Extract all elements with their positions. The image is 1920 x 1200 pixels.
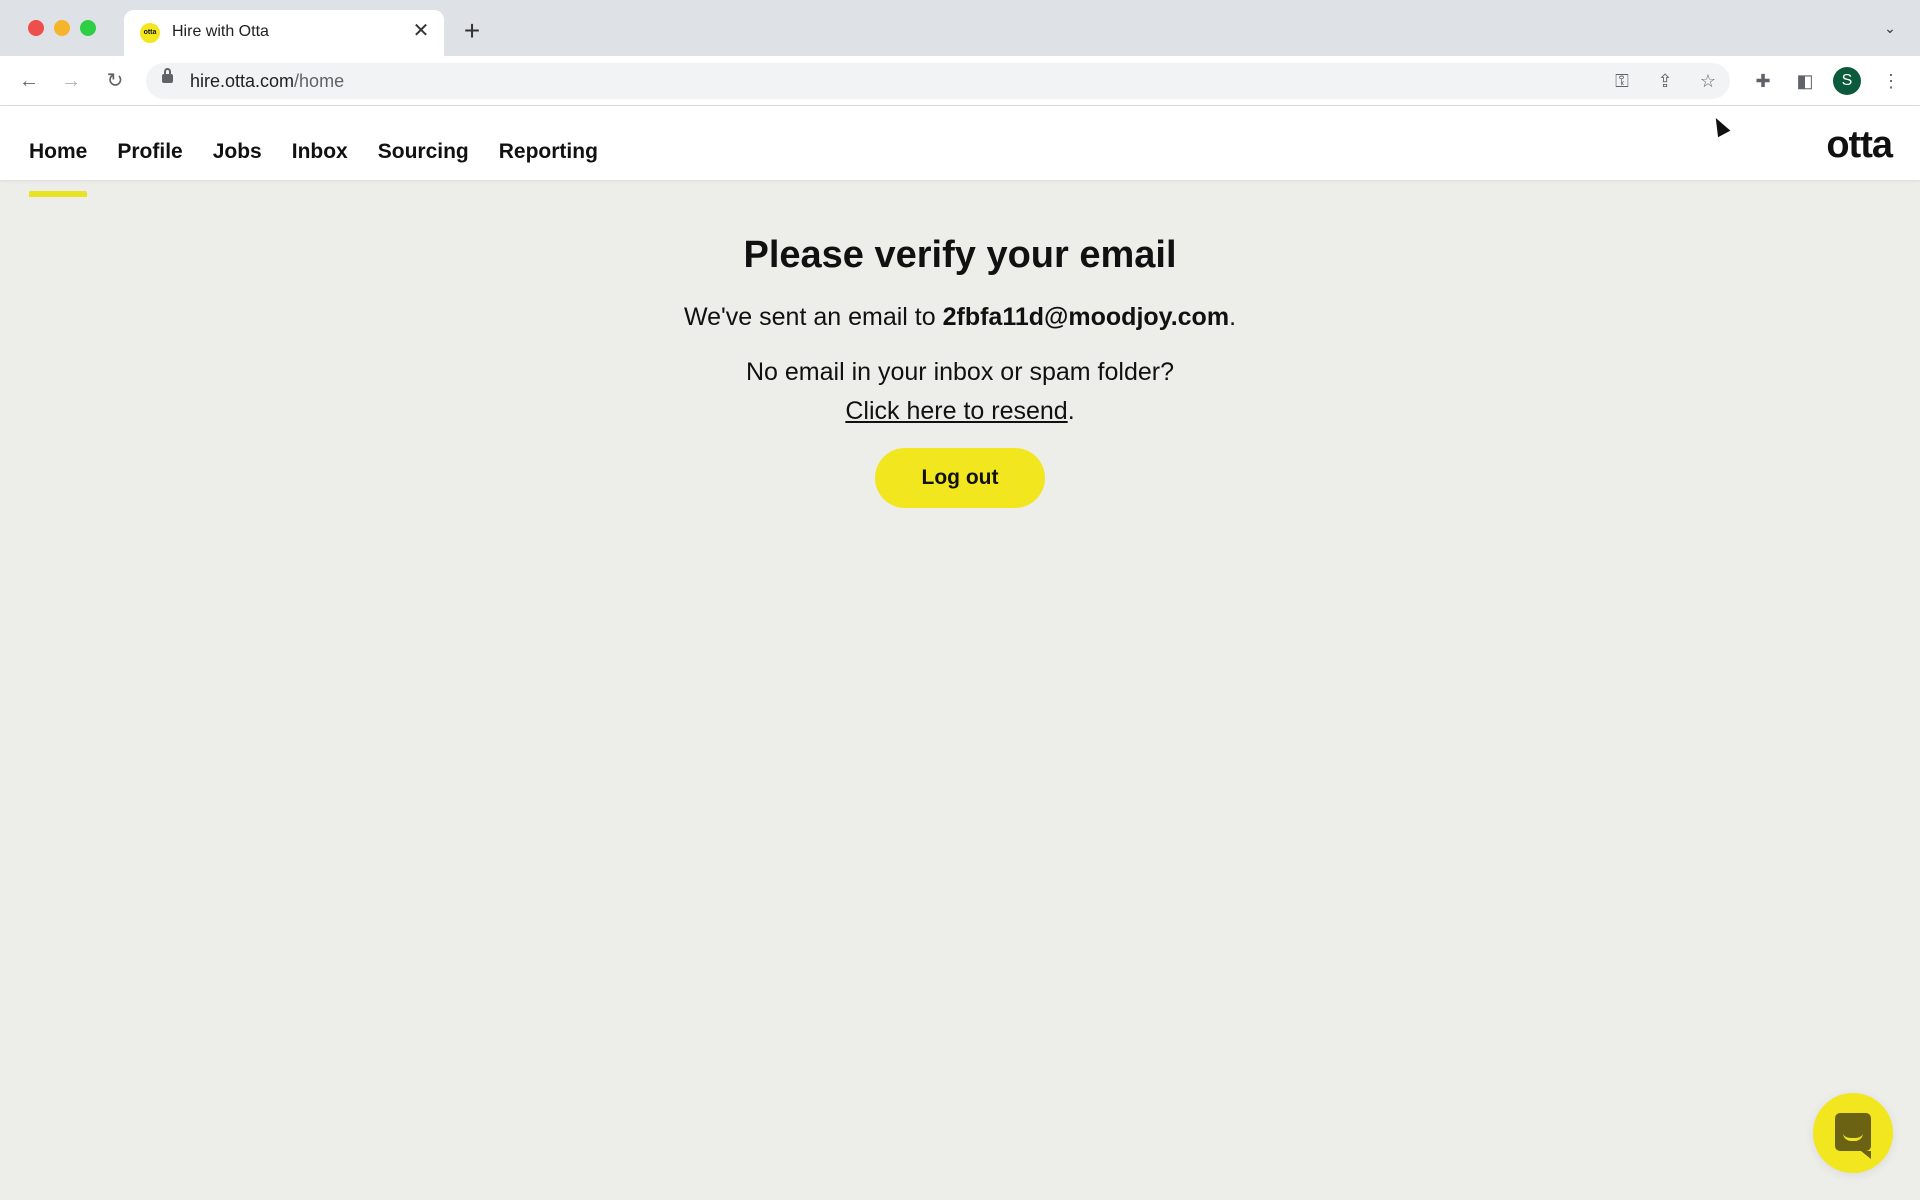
chat-launcher-button[interactable] <box>1813 1093 1893 1173</box>
tab-title: Hire with Otta <box>172 23 269 40</box>
chat-bubble-icon <box>1835 1113 1871 1159</box>
browser-tab-active[interactable]: otta Hire with Otta ✕ <box>124 10 444 56</box>
url-text[interactable]: hire.otta.com/home <box>190 71 344 92</box>
resend-suffix: . <box>1067 397 1075 425</box>
reload-button[interactable]: ↻ <box>100 66 130 96</box>
nav-jobs[interactable]: Jobs <box>213 140 262 164</box>
profile-avatar[interactable]: S <box>1833 67 1861 95</box>
nav-sourcing[interactable]: Sourcing <box>378 140 469 164</box>
logout-button[interactable]: Log out <box>875 448 1045 508</box>
no-email-message: No email in your inbox or spam folder? <box>746 358 1174 386</box>
resend-email-link[interactable]: Click here to resend <box>845 397 1067 425</box>
nav-reporting[interactable]: Reporting <box>499 140 598 164</box>
window-minimize-button[interactable] <box>54 20 70 36</box>
page-title: Please verify your email <box>743 234 1177 276</box>
back-button[interactable]: ← <box>14 66 44 96</box>
share-icon[interactable]: ⇪ <box>1653 69 1677 93</box>
browser-tab-bar: otta Hire with Otta ✕ + ⌄ <box>0 0 1920 56</box>
otta-favicon-icon: otta <box>140 23 160 43</box>
otta-logo[interactable]: otta <box>1826 124 1893 167</box>
email-sent-message: We've sent an email to 2fbfa11d@moodjoy.… <box>0 303 1920 332</box>
url-host: hire.otta.com <box>190 71 295 91</box>
nav-home[interactable]: Home <box>29 140 88 197</box>
password-key-icon[interactable]: ⚿ <box>1610 69 1634 93</box>
extensions-puzzle-icon[interactable]: ✚ <box>1748 66 1778 96</box>
lock-icon[interactable] <box>162 68 173 83</box>
nav-profile[interactable]: Profile <box>117 140 182 164</box>
resend-line: Click here to resend. <box>0 397 1920 426</box>
main-nav: Home Profile Jobs Inbox Sourcing Reporti… <box>29 140 598 197</box>
window-close-button[interactable] <box>28 20 44 36</box>
email-address: 2fbfa11d@moodjoy.com <box>942 303 1230 331</box>
tab-search-chevron-icon[interactable]: ⌄ <box>1880 20 1900 40</box>
url-path: /home <box>294 71 345 91</box>
nav-inbox[interactable]: Inbox <box>292 140 348 164</box>
bookmark-star-icon[interactable]: ☆ <box>1696 69 1720 93</box>
address-bar[interactable]: hire.otta.com/home ⚿ ⇪ ☆ <box>146 63 1730 99</box>
sent-prefix: We've sent an email to <box>683 303 943 331</box>
close-tab-icon[interactable]: ✕ <box>410 20 432 42</box>
chat-smile-icon <box>1843 1133 1863 1141</box>
verify-email-panel: Please verify your email We've sent an e… <box>0 180 1920 508</box>
new-tab-button[interactable]: + <box>458 17 486 46</box>
window-maximize-button[interactable] <box>80 20 96 36</box>
app-header: Home Profile Jobs Inbox Sourcing Reporti… <box>0 106 1920 197</box>
sent-suffix: . <box>1229 303 1237 331</box>
browser-menu-icon[interactable]: ⋮ <box>1876 66 1906 96</box>
browser-toolbar: ← → ↻ hire.otta.com/home ⚿ ⇪ ☆ ✚ ◧ S ⋮ <box>0 56 1920 106</box>
forward-button[interactable]: → <box>56 66 86 96</box>
side-panel-icon[interactable]: ◧ <box>1790 66 1820 96</box>
